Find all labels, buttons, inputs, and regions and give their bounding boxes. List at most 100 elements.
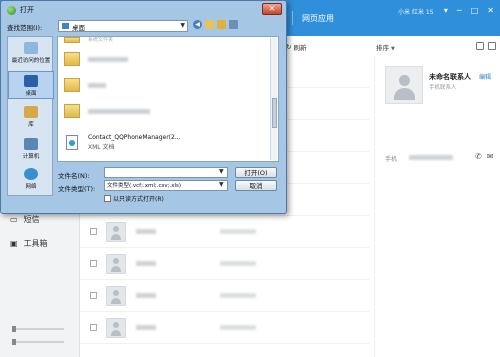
- close-button[interactable]: ✕: [262, 3, 282, 15]
- file-caption: 系统文件夹: [88, 37, 114, 43]
- contact-name-heading: 未命名联系人: [429, 73, 471, 81]
- look-in-dropdown[interactable]: 桌面 ▼: [58, 20, 188, 32]
- scrollbar[interactable]: [270, 38, 277, 160]
- contact-name: [136, 325, 156, 330]
- recent-places-icon: [24, 42, 38, 54]
- window-controls: ▾ ─ □ ✕: [444, 6, 494, 15]
- desktop-icon: [24, 75, 38, 87]
- list-item[interactable]: [62, 49, 262, 71]
- minimize-icon[interactable]: ─: [457, 6, 462, 15]
- list-item[interactable]: [62, 101, 262, 123]
- sms-icon: ▭: [10, 215, 18, 224]
- contact-name: [136, 293, 156, 298]
- grid-view-icon[interactable]: [476, 42, 484, 50]
- contact-detail-panel: 未命名联系人 编辑 手机联系人 手机 ✆ ✉: [374, 56, 500, 357]
- storage-bar: [12, 326, 64, 332]
- folder-icon: [64, 37, 80, 43]
- contacts-toolbar: ↻ 刷新 排序 ▼: [280, 42, 500, 56]
- close-app-icon[interactable]: ✕: [487, 6, 494, 15]
- place-computer[interactable]: 计算机: [8, 135, 54, 163]
- sidebar-item-sms[interactable]: ▭ 短信: [10, 214, 40, 225]
- row-checkbox[interactable]: [90, 228, 97, 235]
- up-folder-icon[interactable]: [205, 20, 214, 29]
- message-icon[interactable]: ✉: [487, 152, 494, 161]
- file-name: [88, 57, 128, 62]
- list-item[interactable]: Contact_QQPhoneManager(2... XML 文档: [62, 133, 262, 155]
- filetype-select[interactable]: 文件类型(.vcf;.xml;.csv;.xls): [104, 180, 228, 191]
- place-label: 库: [28, 122, 34, 128]
- list-view-icon[interactable]: [488, 42, 496, 50]
- refresh-button[interactable]: ↻ 刷新: [286, 42, 306, 52]
- file-name: [88, 83, 106, 88]
- view-menu-icon[interactable]: [229, 20, 238, 29]
- row-checkbox[interactable]: [90, 260, 97, 267]
- place-libraries[interactable]: 库: [8, 103, 54, 131]
- readonly-checkbox[interactable]: 以只读方式打开(R): [104, 194, 164, 203]
- file-type: XML 文档: [88, 144, 115, 151]
- contact-name: [136, 229, 156, 234]
- file-name: Contact_QQPhoneManager(2...: [88, 134, 181, 141]
- contact-avatar: [385, 66, 423, 104]
- chevron-down-icon[interactable]: ▼: [219, 181, 224, 188]
- menu-icon[interactable]: ▾: [444, 6, 448, 15]
- place-recent[interactable]: 最近访问的位置: [8, 39, 54, 67]
- new-folder-icon[interactable]: [217, 20, 226, 29]
- sort-label: 排序: [376, 44, 389, 52]
- contact-number: [220, 229, 256, 234]
- tab-web-apps[interactable]: 网页应用: [302, 13, 334, 24]
- chevron-down-icon[interactable]: ▼: [219, 168, 224, 175]
- sort-button[interactable]: 排序 ▼: [376, 42, 395, 52]
- filename-label: 文件名(N):: [58, 172, 90, 180]
- chevron-down-icon: ▼: [180, 22, 185, 29]
- list-item[interactable]: [62, 75, 262, 97]
- contact-source: 手机联系人: [429, 85, 457, 91]
- sidebar-item-label: 工具箱: [23, 239, 48, 248]
- place-network[interactable]: 网络: [8, 165, 54, 193]
- places-bar: 最近访问的位置 桌面 库 计算机 网络: [7, 36, 54, 196]
- file-name: [88, 109, 150, 114]
- contact-actions: ✆ ✉: [475, 152, 493, 161]
- contact-number: [220, 325, 256, 330]
- contact-number: [220, 293, 256, 298]
- filetype-label: 文件类型(T):: [58, 185, 96, 193]
- readonly-label: 以只读方式打开(R): [113, 196, 164, 203]
- app-icon: [7, 5, 16, 15]
- call-icon[interactable]: ✆: [475, 152, 482, 161]
- sidebar-item-label: 短信: [23, 215, 40, 224]
- file-list: 系统文件夹 Contact_QQPhoneManager(2... XML 文档: [57, 36, 279, 162]
- row-checkbox[interactable]: [90, 292, 97, 299]
- back-icon[interactable]: ◀: [193, 20, 202, 29]
- dialog-nav-buttons: ◀: [193, 20, 238, 29]
- storage-knob: [12, 339, 16, 345]
- cancel-button[interactable]: 取消: [235, 180, 277, 191]
- place-desktop[interactable]: 桌面: [8, 71, 54, 99]
- avatar: [106, 318, 126, 338]
- dialog-title-bar: 打开: [7, 5, 34, 15]
- dialog-title: 打开: [20, 6, 34, 14]
- open-button[interactable]: 打开(O): [235, 167, 277, 178]
- place-label: 最近访问的位置: [11, 58, 51, 64]
- folder-icon: [64, 78, 80, 92]
- table-row[interactable]: [80, 312, 370, 344]
- table-row[interactable]: [80, 280, 370, 312]
- refresh-label: 刷新: [293, 44, 307, 52]
- storage-knob: [12, 326, 16, 332]
- table-row[interactable]: [80, 216, 370, 248]
- scrollbar-thumb[interactable]: [272, 98, 277, 128]
- place-label: 计算机: [22, 154, 40, 160]
- row-checkbox[interactable]: [90, 324, 97, 331]
- place-label: 网络: [25, 184, 37, 190]
- network-icon: [24, 168, 38, 180]
- avatar: [106, 222, 126, 242]
- checkbox-box[interactable]: [104, 195, 111, 202]
- contact-name: [136, 261, 156, 266]
- folder-icon: [64, 104, 80, 118]
- sidebar-item-toolbox[interactable]: ▣ 工具箱: [10, 238, 48, 249]
- table-row[interactable]: [80, 248, 370, 280]
- edit-contact-link[interactable]: 编辑: [479, 72, 491, 81]
- view-icons: [476, 42, 496, 50]
- filename-input[interactable]: [104, 167, 228, 178]
- chevron-down-icon: ▼: [391, 46, 395, 52]
- maximize-icon[interactable]: □: [471, 6, 479, 15]
- device-name: 小米 红米 1S: [398, 9, 434, 16]
